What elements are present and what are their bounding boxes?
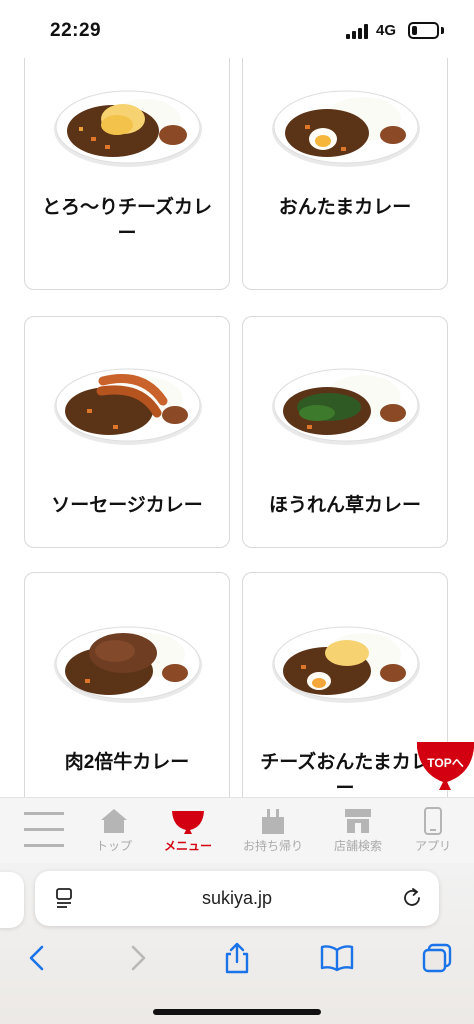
nav-label: 店舗検索 [333, 839, 382, 853]
battery-cap [441, 27, 444, 34]
bookmarks-book-icon[interactable] [320, 941, 354, 975]
url-text: sukiya.jp [201, 888, 273, 908]
screen: とろ〜りチーズカレー おんたまカレー ソーセージカレー ほうれん草カレー 肉2倍… [0, 0, 474, 1024]
status-bar: 22:29 4G [0, 0, 474, 58]
nav-label: アプリ [414, 839, 451, 853]
bowl-icon [172, 811, 204, 834]
address-bar[interactable]: sukiya.jp [35, 871, 439, 926]
menu-item-name: ソーセージカレー [51, 495, 203, 516]
dish-image [272, 90, 420, 167]
nav-item-app[interactable]: アプリ [406, 798, 460, 864]
hamburger-icon [24, 812, 64, 847]
takeout-bag-icon [262, 809, 284, 834]
home-indicator [153, 1009, 321, 1015]
nav-label: お持ち帰り [242, 839, 303, 853]
dish-image [54, 90, 202, 167]
tabs-icon[interactable] [420, 941, 454, 975]
menu-card-spinach-curry[interactable]: ほうれん草カレー [242, 316, 448, 548]
nav-item-store-search[interactable]: 店舗検索 [324, 798, 392, 864]
forward-chevron-icon[interactable] [121, 941, 155, 975]
browser-toolbar: sukiya.jp [0, 863, 474, 1024]
menu-item-name: ほうれん草カレー [268, 495, 421, 516]
menu-item-name: 肉2倍牛カレー [64, 752, 190, 773]
menu-grid: とろ〜りチーズカレー おんたまカレー ソーセージカレー ほうれん草カレー 肉2倍… [0, 0, 474, 812]
nav-item-takeout[interactable]: お持ち帰り [238, 798, 308, 864]
menu-item-name: チーズおんたまカレー [260, 752, 430, 799]
nav-label: メニュー [163, 839, 212, 853]
dish-image [54, 368, 202, 445]
dish-image [54, 626, 202, 703]
top-button-label: TOPへ [427, 756, 464, 770]
back-chevron-icon[interactable] [20, 941, 54, 975]
nav-item-top[interactable]: トップ [88, 798, 140, 864]
scroll-to-top-button[interactable]: TOPへ [417, 740, 474, 792]
dish-image [272, 626, 420, 703]
menu-card-double-beef-curry[interactable]: 肉2倍牛カレー [24, 572, 230, 812]
menu-item-name: とろ〜りチーズカレー [41, 197, 213, 244]
dish-image [272, 368, 420, 445]
menu-card-sausage-curry[interactable]: ソーセージカレー [24, 316, 230, 548]
nav-hamburger-menu[interactable] [18, 798, 70, 864]
share-icon[interactable] [220, 941, 254, 975]
reload-icon[interactable] [401, 887, 423, 909]
nav-item-menu[interactable]: メニュー [156, 798, 220, 864]
status-time: 22:29 [50, 20, 102, 41]
menu-item-name: おんたまカレー [278, 197, 412, 218]
cellular-signal-icon [346, 24, 370, 39]
store-icon [345, 809, 371, 833]
previous-tab-preview[interactable] [0, 872, 24, 928]
house-icon [101, 809, 127, 833]
nav-label: トップ [95, 839, 132, 853]
battery-icon [408, 22, 439, 39]
network-type: 4G [376, 22, 397, 39]
smartphone-icon [424, 807, 442, 835]
app-bottom-nav: トップ メニュー お持ち帰り 店舗検索 アプリ [0, 797, 474, 863]
